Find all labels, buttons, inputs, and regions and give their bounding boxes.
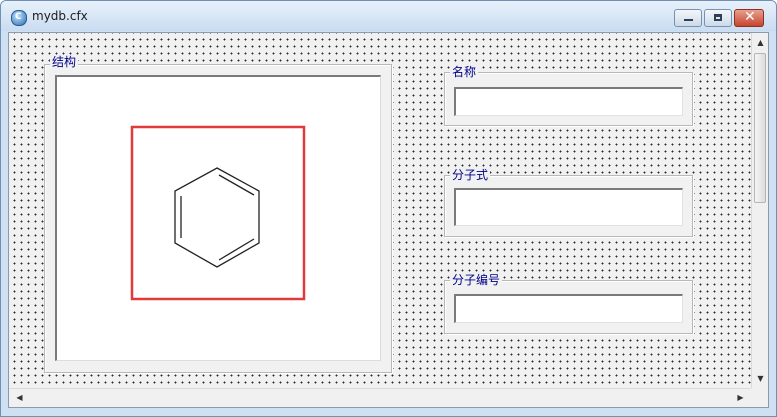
app-window: C mydb.cfx ✕ 结构 名称 分子式 分子编号 ▲ ▼ ◀ ▶ bbox=[0, 0, 777, 417]
form-canvas[interactable]: 结构 名称 分子式 分子编号 bbox=[9, 33, 751, 388]
benzene-ring bbox=[174, 167, 260, 268]
maximize-icon bbox=[714, 14, 722, 21]
minimize-icon bbox=[684, 19, 693, 21]
scroll-up-arrow-icon[interactable]: ▲ bbox=[753, 35, 768, 50]
maximize-button[interactable] bbox=[704, 9, 732, 27]
molecule-id-group-label: 分子编号 bbox=[450, 273, 503, 287]
scroll-right-arrow-icon[interactable]: ▶ bbox=[733, 390, 748, 405]
form-client-area: 结构 名称 分子式 分子编号 ▲ ▼ ◀ ▶ bbox=[8, 32, 769, 408]
name-group-label: 名称 bbox=[450, 65, 479, 79]
molecule-id-field[interactable] bbox=[454, 294, 683, 323]
horizontal-scrollbar[interactable]: ◀ ▶ bbox=[9, 388, 751, 407]
structure-drawing bbox=[130, 125, 306, 301]
minimize-button[interactable] bbox=[674, 9, 702, 27]
app-icon[interactable]: C bbox=[11, 10, 27, 26]
close-button[interactable]: ✕ bbox=[734, 9, 764, 27]
selection-frame[interactable] bbox=[130, 125, 306, 301]
scroll-down-arrow-icon[interactable]: ▼ bbox=[753, 371, 768, 386]
formula-group-label: 分子式 bbox=[450, 168, 491, 182]
scroll-left-arrow-icon[interactable]: ◀ bbox=[12, 390, 27, 405]
close-icon: ✕ bbox=[744, 9, 756, 25]
structure-group-label: 结构 bbox=[50, 55, 79, 69]
title-bar[interactable]: C mydb.cfx ✕ bbox=[1, 1, 776, 31]
name-field[interactable] bbox=[454, 87, 683, 116]
structure-display-panel[interactable] bbox=[55, 75, 381, 361]
vertical-scrollbar[interactable]: ▲ ▼ bbox=[751, 33, 768, 388]
scrollbar-corner bbox=[751, 388, 768, 407]
formula-field[interactable] bbox=[454, 188, 683, 226]
vertical-scroll-thumb[interactable] bbox=[754, 53, 766, 203]
window-title: mydb.cfx bbox=[32, 9, 88, 23]
